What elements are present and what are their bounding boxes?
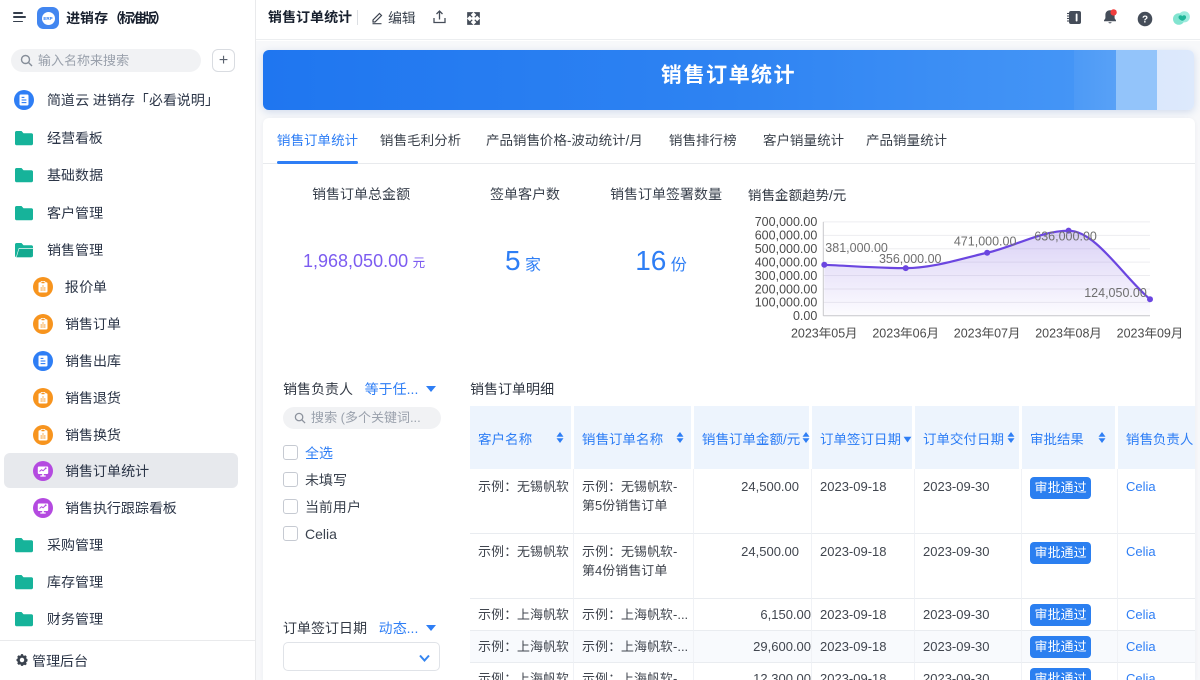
svg-text:2023年09月: 2023年09月 — [1117, 326, 1184, 340]
svg-text:2023年08月: 2023年08月 — [1035, 326, 1102, 340]
svg-text:400,000.00: 400,000.00 — [755, 255, 818, 269]
svg-text:600,000.00: 600,000.00 — [755, 229, 818, 243]
svg-text:500,000.00: 500,000.00 — [755, 242, 818, 256]
svg-text:471,000.00: 471,000.00 — [954, 234, 1017, 248]
svg-text:700,000.00: 700,000.00 — [755, 215, 818, 229]
svg-text:2023年05月: 2023年05月 — [791, 326, 858, 340]
svg-text:2023年07月: 2023年07月 — [954, 326, 1021, 340]
svg-text:356,000.00: 356,000.00 — [879, 252, 942, 266]
svg-text:124,050.00: 124,050.00 — [1084, 286, 1147, 300]
svg-text:0.00: 0.00 — [793, 309, 817, 323]
svg-text:2023年06月: 2023年06月 — [872, 326, 939, 340]
svg-text:200,000.00: 200,000.00 — [755, 282, 818, 296]
svg-text:300,000.00: 300,000.00 — [755, 269, 818, 283]
svg-text:636,000.00: 636,000.00 — [1034, 230, 1097, 244]
svg-text:100,000.00: 100,000.00 — [755, 296, 818, 310]
svg-text:?: ? — [1142, 14, 1148, 25]
